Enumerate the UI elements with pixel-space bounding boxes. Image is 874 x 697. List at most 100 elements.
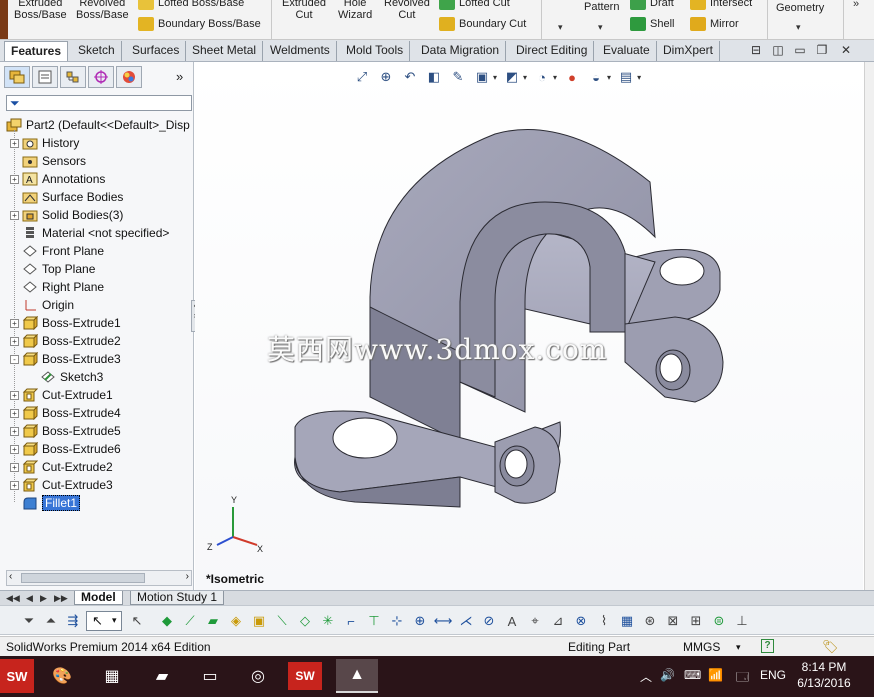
property-manager-icon[interactable] bbox=[32, 66, 58, 88]
tab-evaluate[interactable]: Evaluate bbox=[597, 41, 657, 61]
tree-item-history[interactable]: + History bbox=[10, 134, 79, 152]
reference-geometry-button[interactable]: Geometry bbox=[776, 2, 824, 14]
tree-item-boss-extrude3[interactable]: - Boss-Extrude3 bbox=[10, 350, 121, 368]
expand-toggle-icon[interactable]: + bbox=[10, 210, 19, 220]
tree-item-boss-extrude6[interactable]: + Boss-Extrude6 bbox=[10, 440, 121, 458]
close-icon[interactable]: ✕ bbox=[838, 43, 854, 58]
browser-app-icon[interactable]: ◎ bbox=[240, 659, 276, 693]
lofted-cut-button[interactable]: Lofted Cut bbox=[439, 0, 510, 10]
boundary-cut-button[interactable]: Boundary Cut bbox=[439, 17, 526, 31]
tab-direct-editing[interactable]: Direct Editing bbox=[510, 41, 595, 61]
graphics-vertical-scrollbar[interactable] bbox=[864, 62, 874, 590]
expand-toggle-icon[interactable]: + bbox=[10, 426, 19, 436]
tab-mold-tools[interactable]: Mold Tools bbox=[340, 41, 411, 61]
image-viewer-app-icon[interactable]: ▲ bbox=[336, 659, 378, 693]
filter-dowel-pin-icon[interactable]: ⊛ bbox=[641, 612, 659, 630]
expand-toggle-icon[interactable]: + bbox=[10, 462, 19, 472]
tree-item-top-plane[interactable]: Top Plane bbox=[10, 260, 95, 278]
ribbon-overflow-icon[interactable]: » bbox=[853, 0, 859, 10]
filter-datum-targets-icon[interactable]: ⊗ bbox=[572, 612, 590, 630]
lofted-boss-button[interactable]: Lofted Boss/Base bbox=[138, 0, 244, 10]
calculator-app-icon[interactable]: ▦ bbox=[94, 659, 130, 693]
previous-tab-icon[interactable]: ◀ bbox=[26, 593, 33, 604]
wifi-icon[interactable]: 📶 bbox=[708, 668, 723, 682]
tree-item-boss-extrude4[interactable]: + Boss-Extrude4 bbox=[10, 404, 121, 422]
input-method-icon[interactable]: ⌨ bbox=[684, 668, 701, 682]
tree-item-cut-extrude3[interactable]: + Cut-Extrude3 bbox=[10, 476, 113, 494]
notifications-icon[interactable]: 🗔 bbox=[736, 668, 749, 689]
expand-toggle-icon[interactable]: + bbox=[10, 138, 19, 148]
shell-button[interactable]: Shell bbox=[630, 17, 674, 31]
tree-item-sensors[interactable]: Sensors bbox=[10, 152, 86, 170]
boss-dropdown-chevron-icon[interactable]: ▾ bbox=[558, 22, 563, 33]
scroll-right-icon[interactable]: › bbox=[186, 571, 189, 582]
tab-sketch[interactable]: Sketch bbox=[72, 41, 122, 61]
revolved-cut-button[interactable]: Revolved Cut bbox=[384, 0, 430, 21]
tab-sheet-metal[interactable]: Sheet Metal bbox=[186, 41, 264, 61]
graphics-area[interactable]: ⤢ ⊕ ↶ ◧ ✎ ▣ ▾ ◩ ▾ ◔ ▾ ● ◒ ▾ ▤ ▾ Y X Z 莫西… bbox=[195, 62, 863, 590]
expand-toggle-icon[interactable]: - bbox=[10, 354, 19, 364]
unit-system-selector[interactable]: MMGS bbox=[683, 640, 720, 654]
boundary-boss-button[interactable]: Boundary Boss/Base bbox=[138, 17, 261, 31]
part-model-render[interactable]: Y X Z bbox=[195, 62, 863, 590]
help-icon[interactable]: ? bbox=[761, 639, 774, 653]
filter-dimensions-icon[interactable]: ⟷ bbox=[434, 612, 453, 630]
system-clock[interactable]: 8:14 PM 6/13/2016 bbox=[792, 659, 856, 691]
filter-surface-bodies-icon[interactable]: ◈ bbox=[227, 612, 245, 630]
featuremanager-tree-icon[interactable] bbox=[4, 66, 30, 88]
expand-toggle-icon[interactable]: + bbox=[10, 336, 19, 346]
feature-tree-filter-input[interactable]: ⏷ bbox=[6, 95, 192, 111]
volume-icon[interactable]: 🔊 bbox=[660, 668, 675, 682]
tree-item-right-plane[interactable]: Right Plane bbox=[10, 278, 104, 296]
filter-surface-finish-icon[interactable]: ⋌ bbox=[457, 612, 475, 630]
tree-root-part[interactable]: Part2 (Default<<Default>_Disp bbox=[6, 116, 190, 134]
select-all-filters-icon[interactable]: ⇶ bbox=[64, 612, 82, 630]
clear-filter-icon[interactable]: ⏶ bbox=[42, 612, 60, 630]
expand-toggle-icon[interactable]: + bbox=[10, 390, 19, 400]
filter-sketch-points-icon[interactable]: ✳ bbox=[319, 612, 337, 630]
expand-toggle-icon[interactable]: + bbox=[10, 318, 19, 328]
show-hidden-icons-chevron-icon[interactable]: ︿ bbox=[640, 668, 652, 685]
paint-app-icon[interactable]: 🎨 bbox=[44, 659, 80, 693]
tree-item-cut-extrude1[interactable]: + Cut-Extrude1 bbox=[10, 386, 113, 404]
laptop-app-icon[interactable]: ▭ bbox=[192, 659, 228, 693]
tree-item-solid-bodies-3[interactable]: + Solid Bodies(3) bbox=[10, 206, 123, 224]
unit-system-chevron-icon[interactable]: ▾ bbox=[736, 642, 741, 653]
tree-item-boss-extrude5[interactable]: + Boss-Extrude5 bbox=[10, 422, 121, 440]
filter-edges-icon[interactable]: ⟋ bbox=[181, 612, 199, 630]
configuration-manager-icon[interactable] bbox=[60, 66, 86, 88]
filter-geometric-tolerance-icon[interactable]: ⊘ bbox=[480, 612, 498, 630]
next-tab-icon[interactable]: ▶ bbox=[40, 593, 47, 604]
solidworks-app-icon[interactable]: SW bbox=[288, 662, 322, 690]
scrollbar-thumb[interactable] bbox=[21, 573, 145, 583]
filter-notes-icon[interactable]: A bbox=[503, 612, 521, 630]
tree-item-material-not-specified[interactable]: Material <not specified> bbox=[10, 224, 169, 242]
filter-planes-icon[interactable]: ◇ bbox=[296, 612, 314, 630]
filter-axes-icon[interactable]: ⟍ bbox=[273, 612, 291, 630]
tile-vertical-icon[interactable]: ◫ bbox=[770, 43, 786, 58]
display-manager-icon[interactable] bbox=[116, 66, 142, 88]
tree-item-fillet1[interactable]: Fillet1 bbox=[10, 494, 81, 512]
pattern-chevron-icon[interactable]: ▾ bbox=[598, 22, 603, 33]
filter-routing-points-icon[interactable]: ⊞ bbox=[687, 612, 705, 630]
select-tool-dropdown[interactable]: ↖ ▾ bbox=[86, 611, 122, 631]
restore-icon[interactable]: ❐ bbox=[814, 43, 830, 58]
filter-sketch-segments-icon[interactable]: ⌐ bbox=[342, 612, 360, 630]
tree-item-front-plane[interactable]: Front Plane bbox=[10, 242, 104, 260]
tree-item-boss-extrude2[interactable]: + Boss-Extrude2 bbox=[10, 332, 121, 350]
filter-mates-icon[interactable]: ⊜ bbox=[710, 612, 728, 630]
solidworks-taskbar-icon[interactable]: SW bbox=[0, 659, 34, 693]
tree-item-sketch3[interactable]: Sketch3 bbox=[28, 368, 103, 386]
tree-item-annotations[interactable]: + A Annotations bbox=[10, 170, 105, 188]
tab-features[interactable]: Features bbox=[4, 41, 69, 61]
tab-dimxpert[interactable]: DimXpert bbox=[657, 41, 721, 61]
tree-item-cut-extrude2[interactable]: + Cut-Extrude2 bbox=[10, 458, 113, 476]
expand-toggle-icon[interactable]: + bbox=[10, 444, 19, 454]
notes-app-icon[interactable]: ▰ bbox=[144, 659, 180, 693]
revolved-boss-button[interactable]: Revolved Boss/Base bbox=[76, 0, 129, 21]
extruded-boss-button[interactable]: Extruded Boss/Base bbox=[14, 0, 67, 21]
toggle-filter-icon[interactable]: ⏷ bbox=[20, 612, 38, 630]
tree-item-origin[interactable]: Origin bbox=[10, 296, 74, 314]
tree-item-boss-extrude1[interactable]: + Boss-Extrude1 bbox=[10, 314, 121, 332]
tab-model[interactable]: Model bbox=[74, 591, 123, 605]
